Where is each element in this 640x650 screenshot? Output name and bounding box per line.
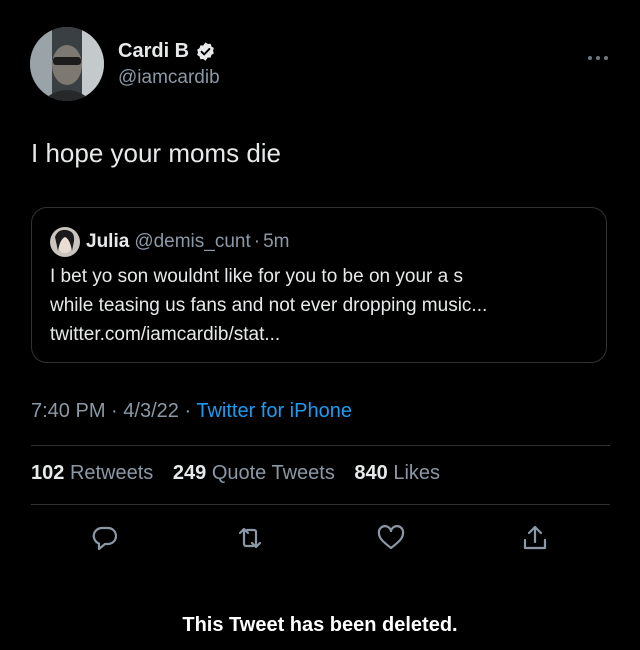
tweet-meta: 7:40 PM · 4/3/22 · Twitter for iPhone [31, 400, 352, 423]
avatar-photo [30, 27, 104, 101]
quoted-link[interactable]: twitter.com/iamcardib/stat... [50, 320, 600, 349]
author-handle[interactable]: @iamcardib [118, 67, 220, 89]
tweet-stats: 102 Retweets 249 Quote Tweets 840 Likes [31, 462, 454, 485]
quoted-separator: · [253, 231, 261, 252]
quote-tweets-count[interactable]: 249 [173, 462, 206, 484]
author-names: Cardi B @iamcardib [118, 38, 220, 89]
more-options-icon[interactable] [586, 49, 610, 60]
quoted-timestamp: 5m [263, 231, 290, 252]
tweet-time[interactable]: 7:40 PM [31, 400, 105, 422]
share-icon[interactable] [519, 522, 551, 554]
tweet-header: Cardi B @iamcardib [30, 27, 616, 103]
divider [31, 445, 610, 446]
tweet-text: I hope your moms die [31, 138, 282, 168]
deleted-notice: This Tweet has been deleted. [182, 614, 458, 636]
quoted-line: I bet yo son wouldnt like for you to be … [50, 266, 463, 287]
quoted-tweet[interactable]: Julia @demis_cunt · 5m I bet yo son woul… [31, 207, 607, 363]
quote-tweets-label[interactable]: Quote Tweets [212, 462, 335, 484]
divider [31, 504, 610, 505]
quoted-author-avatar [50, 227, 80, 257]
retweets-count[interactable]: 102 [31, 462, 64, 484]
retweet-icon[interactable] [234, 522, 266, 554]
reply-icon[interactable] [89, 522, 121, 554]
author-display-name[interactable]: Cardi B [118, 40, 189, 63]
verified-badge-icon [195, 41, 216, 62]
display-name-row: Cardi B [118, 38, 220, 64]
tweet-actions [0, 522, 640, 556]
author-avatar[interactable] [30, 27, 104, 101]
meta-separator: · [184, 400, 192, 422]
quoted-author-name[interactable]: Julia [86, 231, 129, 253]
quoted-author-handle[interactable]: @demis_cunt [134, 231, 250, 253]
quoted-tweet-text: I bet yo son wouldnt like for you to be … [50, 262, 600, 349]
quoted-tweet-header: Julia @demis_cunt · 5m [50, 227, 290, 257]
quoted-line: while teasing us fans and not ever dropp… [50, 295, 488, 316]
heart-icon[interactable] [375, 522, 407, 554]
likes-count[interactable]: 840 [354, 462, 387, 484]
retweets-label[interactable]: Retweets [70, 462, 153, 484]
tweet-date[interactable]: 4/3/22 [123, 400, 179, 422]
tweet-source[interactable]: Twitter for iPhone [196, 400, 352, 422]
likes-label[interactable]: Likes [393, 462, 440, 484]
meta-separator: · [111, 400, 118, 422]
